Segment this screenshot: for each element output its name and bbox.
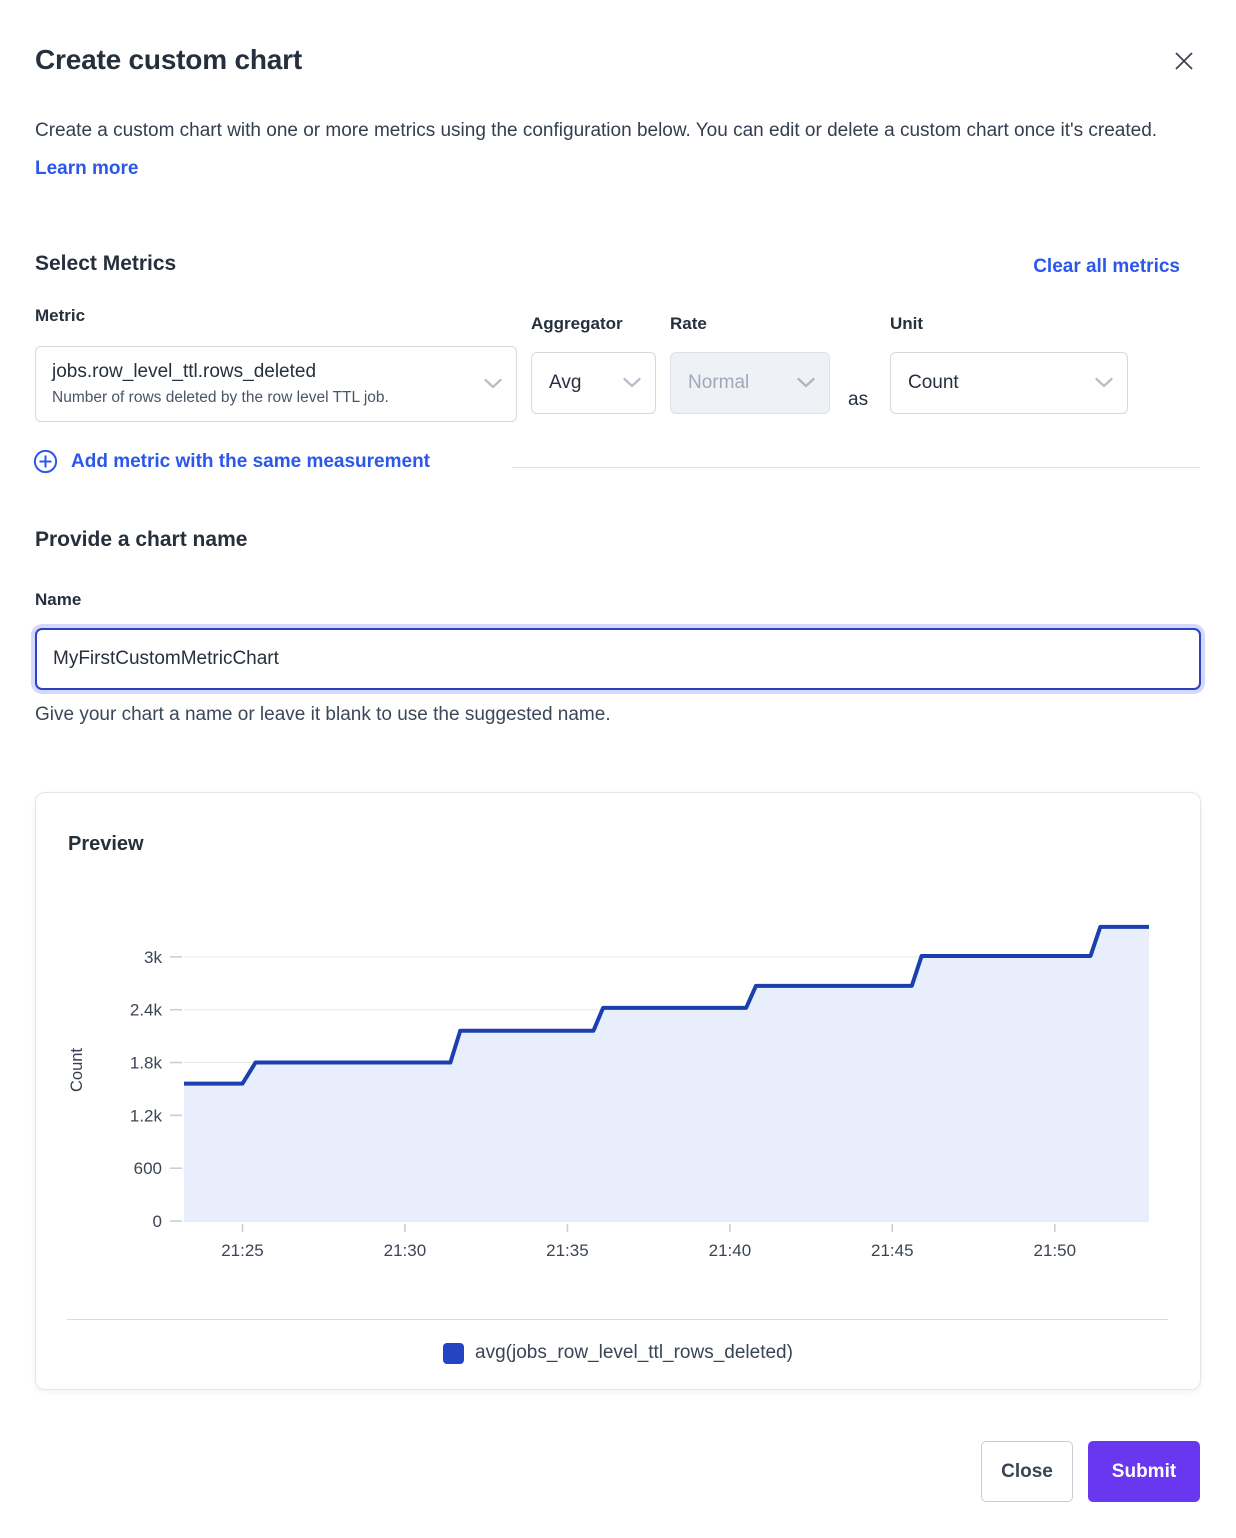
modal-close-button[interactable] bbox=[1162, 40, 1206, 84]
legend-swatch bbox=[443, 1343, 464, 1364]
chart-legend: avg(jobs_row_level_ttl_rows_deleted) bbox=[36, 1337, 1200, 1369]
learn-more-link[interactable]: Learn more bbox=[35, 158, 138, 179]
add-metric-label: Add metric with the same measurement bbox=[71, 451, 430, 473]
legend-label: avg(jobs_row_level_ttl_rows_deleted) bbox=[475, 1342, 793, 1364]
name-helper-text: Give your chart a name or leave it blank… bbox=[35, 704, 611, 726]
chart-name-input[interactable] bbox=[35, 628, 1201, 690]
description-text: Create a custom chart with one or more m… bbox=[35, 120, 1157, 141]
chevron-down-icon bbox=[484, 379, 502, 390]
divider bbox=[67, 1319, 1168, 1320]
name-label: Name bbox=[35, 590, 81, 610]
aggregator-label: Aggregator bbox=[531, 314, 623, 334]
submit-button[interactable]: Submit bbox=[1088, 1441, 1200, 1502]
rate-select: Normal bbox=[670, 352, 830, 414]
svg-text:Count: Count bbox=[68, 1048, 86, 1092]
rate-label: Rate bbox=[670, 314, 707, 334]
chevron-down-icon bbox=[1095, 378, 1113, 389]
metric-select[interactable]: jobs.row_level_ttl.rows_deleted Number o… bbox=[35, 346, 517, 422]
unit-select[interactable]: Count bbox=[890, 352, 1128, 414]
aggregator-select-value: Avg bbox=[549, 372, 581, 394]
metric-label: Metric bbox=[35, 306, 85, 326]
rate-select-value: Normal bbox=[688, 372, 749, 394]
svg-text:1.8k: 1.8k bbox=[130, 1054, 163, 1073]
preview-heading: Preview bbox=[68, 833, 144, 856]
select-metrics-heading: Select Metrics bbox=[35, 252, 176, 276]
svg-text:0: 0 bbox=[153, 1212, 162, 1231]
page-title: Create custom chart bbox=[35, 44, 302, 76]
preview-card: Preview 0 600 1.2k 1.8k 2.4k 3k 21:25 21:30 21:3… bbox=[35, 792, 1201, 1390]
chart-name-heading: Provide a chart name bbox=[35, 528, 247, 552]
aggregator-select[interactable]: Avg bbox=[531, 352, 656, 414]
create-custom-chart-modal: Create custom chart Create a custom char… bbox=[0, 0, 1236, 1538]
modal-description: Create a custom chart with one or more m… bbox=[35, 112, 1187, 188]
unit-select-value: Count bbox=[908, 372, 959, 394]
preview-chart: 0 600 1.2k 1.8k 2.4k 3k 21:25 21:30 21:35 21:40 21… bbox=[36, 879, 1202, 1271]
unit-label: Unit bbox=[890, 314, 923, 334]
svg-text:1.2k: 1.2k bbox=[130, 1106, 163, 1125]
svg-text:21:40: 21:40 bbox=[709, 1241, 752, 1260]
svg-text:3k: 3k bbox=[144, 948, 162, 967]
divider bbox=[512, 467, 1200, 468]
svg-text:21:50: 21:50 bbox=[1034, 1241, 1077, 1260]
as-label: as bbox=[848, 389, 868, 411]
svg-text:2.4k: 2.4k bbox=[130, 1001, 163, 1020]
svg-text:21:25: 21:25 bbox=[221, 1241, 264, 1260]
metric-select-value: jobs.row_level_ttl.rows_deleted bbox=[52, 361, 316, 383]
svg-text:21:35: 21:35 bbox=[546, 1241, 589, 1260]
metric-select-description: Number of rows deleted by the row level … bbox=[52, 389, 389, 407]
svg-text:21:45: 21:45 bbox=[871, 1241, 914, 1260]
clear-all-metrics-link[interactable]: Clear all metrics bbox=[1033, 256, 1180, 278]
chevron-down-icon bbox=[797, 378, 815, 389]
add-metric-button[interactable]: Add metric with the same measurement bbox=[33, 449, 430, 474]
x-icon bbox=[1172, 49, 1196, 73]
svg-text:600: 600 bbox=[134, 1159, 162, 1178]
plus-circle-icon bbox=[33, 449, 58, 474]
close-button[interactable]: Close bbox=[981, 1441, 1073, 1502]
svg-text:21:30: 21:30 bbox=[384, 1241, 427, 1260]
chevron-down-icon bbox=[623, 378, 641, 389]
